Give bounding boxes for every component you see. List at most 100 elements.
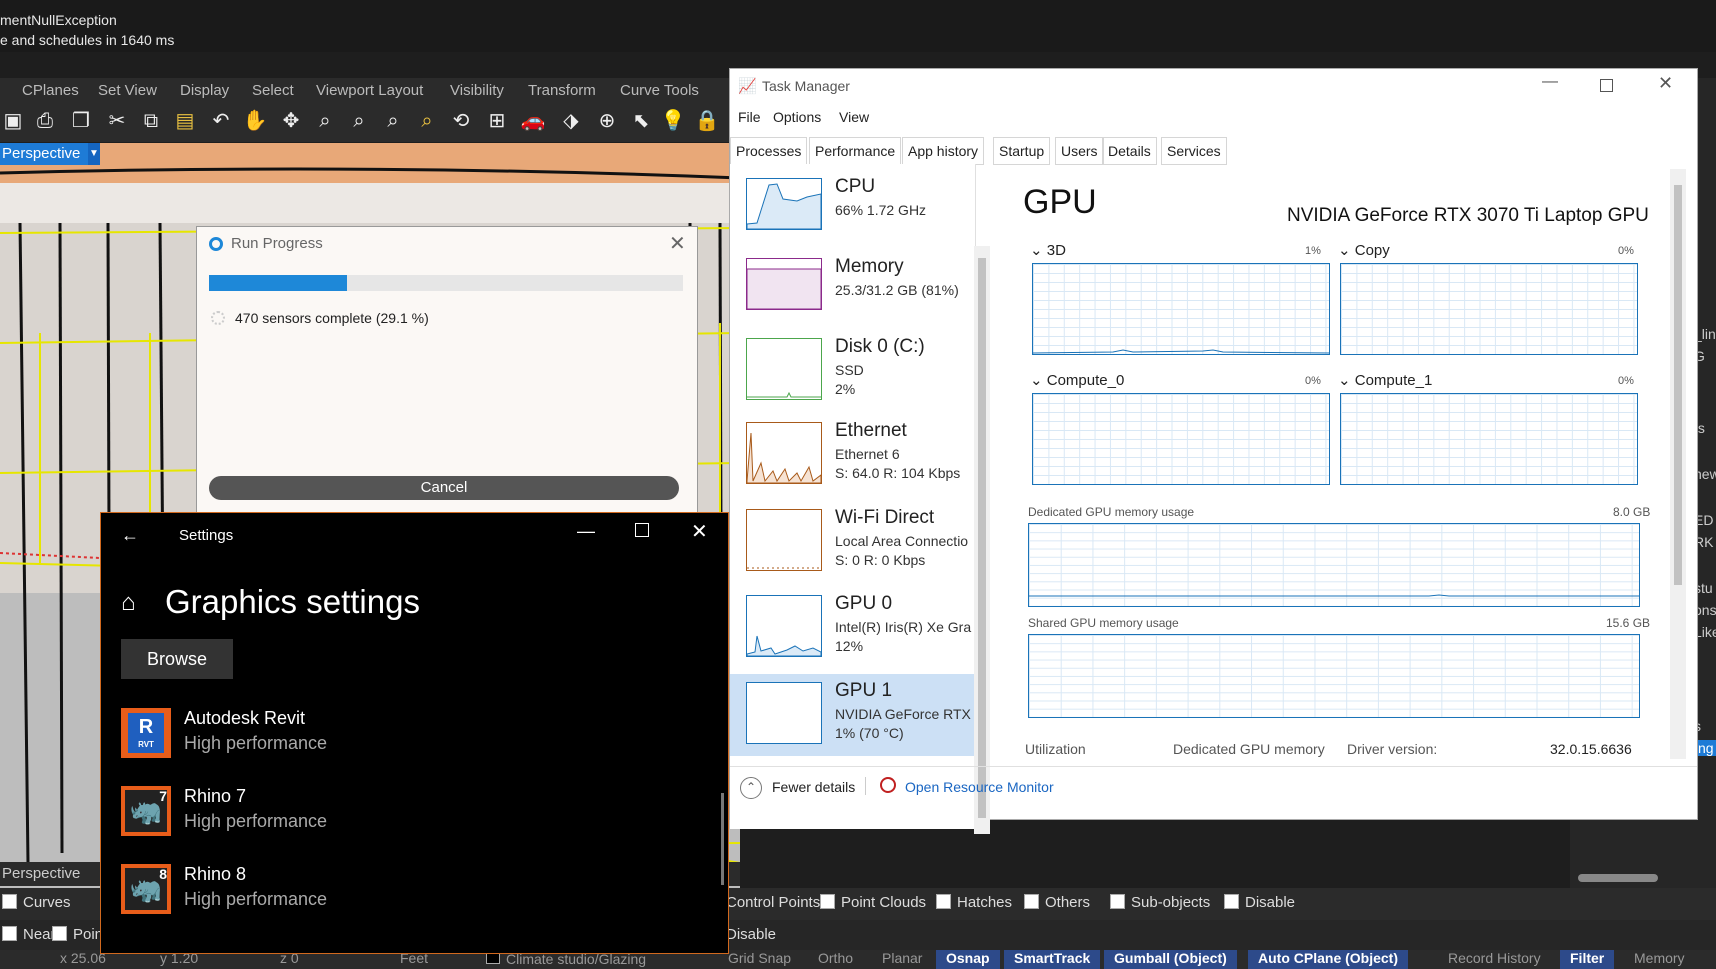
planar-toggle[interactable]: Planar [882,950,922,966]
fewer-details-link[interactable]: Fewer details [772,779,855,795]
render-preview-icon[interactable]: ⬗ [558,108,584,134]
engine-3d-label[interactable]: ⌄ 3D [1030,241,1066,259]
browse-button[interactable]: Browse [121,639,233,679]
filter-hatches-label: Hatches [957,894,1013,911]
smarttrack-toggle[interactable]: SmartTrack [1004,950,1101,969]
paste-icon[interactable]: ▤ [172,108,198,134]
menu-viewport-layout[interactable]: Viewport Layout [316,82,423,99]
device-list-scrollbar[interactable] [974,246,990,834]
osnap-disable[interactable]: Disable [726,926,776,943]
pan-hand-icon[interactable]: ✋ [242,108,268,134]
auto-cplane-toggle[interactable]: Auto CPlane (Object) [1248,950,1409,969]
render-car-icon[interactable]: 🚗 [520,108,546,134]
copy-icon[interactable]: ❐ [68,108,94,134]
grid-snap-toggle[interactable]: Grid Snap [728,950,791,966]
app-entry-rhino8[interactable]: 🦏 8 Rhino 8 High performance [121,864,641,924]
osnap-icon[interactable]: ⊕ [594,108,620,134]
filter-curves[interactable]: Curves [2,894,71,911]
gumball-toggle[interactable]: Gumball (Object) [1104,950,1237,969]
scrollbar[interactable] [721,793,724,885]
filter-disable[interactable]: Disable [1224,894,1295,911]
osnap-point[interactable]: Poin [52,926,103,943]
open-resource-monitor-link[interactable]: Open Resource Monitor [905,779,1054,795]
viewport-dropdown-icon[interactable]: ▼ [88,143,100,165]
ethernet-sparkline [746,432,822,484]
menu-view[interactable]: View [839,109,869,125]
menu-transform[interactable]: Transform [528,82,596,99]
chevron-down-icon: ⌄ [1030,372,1047,389]
light-bulb-icon[interactable]: 💡 [660,108,686,134]
device-wifi-direct[interactable]: Wi-Fi Direct Local Area Connectio S: 0 R… [730,501,975,581]
filter-control-points[interactable]: Control Points [726,894,820,911]
close-icon[interactable]: ✕ [669,231,686,256]
cursor-icon[interactable]: ⬉ [628,108,654,134]
device-ethernet[interactable]: Ethernet Ethernet 6 S: 64.0 R: 104 Kbps [730,414,975,494]
app-entry-revit[interactable]: R RVT Autodesk Revit High performance [121,708,641,768]
filter-point-clouds[interactable]: Point Clouds [820,894,926,911]
tab-processes[interactable]: Processes [730,137,808,165]
filter-others[interactable]: Others [1024,894,1090,911]
lock-icon[interactable]: 🔒 [694,108,720,134]
maximize-icon[interactable] [1600,79,1613,92]
print-icon[interactable]: ⎙ [32,108,58,134]
close-icon[interactable]: ✕ [1658,73,1673,94]
zoom-extents-icon[interactable]: ⌕ [380,108,406,134]
ortho-toggle[interactable]: Ortho [818,950,853,966]
filter-hatches[interactable]: Hatches [936,894,1012,911]
engine-compute1-label[interactable]: ⌄ Compute_1 [1338,371,1432,389]
device-cpu[interactable]: CPU 66% 1.72 GHz [730,170,975,250]
device-disk[interactable]: Disk 0 (C:) SSD 2% [730,330,975,410]
detail-scrollbar-thumb[interactable] [1674,185,1682,585]
undo-view-icon[interactable]: ⟲ [448,108,474,134]
filter-sub-objects[interactable]: Sub-objects [1110,894,1210,911]
engine-copy-label[interactable]: ⌄ Copy [1338,241,1390,259]
chevron-up-icon[interactable]: ⌃ [740,777,762,799]
engine-compute0-label[interactable]: ⌄ Compute_0 [1030,371,1124,389]
copy-clipboard-icon[interactable]: ⧉ [138,108,164,134]
tab-startup[interactable]: Startup [993,137,1051,165]
four-viewports-icon[interactable]: ⊞ [484,108,510,134]
tab-performance[interactable]: Performance [809,137,902,165]
menu-curve-tools[interactable]: Curve Tools [620,82,699,99]
zoom-icon[interactable]: ⌕ [312,108,338,134]
tab-details[interactable]: Details [1102,137,1157,165]
menu-options[interactable]: Options [773,109,821,125]
record-history-toggle[interactable]: Record History [1448,950,1541,966]
cancel-button[interactable]: Cancel [209,476,679,500]
close-icon[interactable]: ✕ [691,519,708,544]
minimize-icon[interactable]: — [1542,73,1558,91]
menu-select[interactable]: Select [252,82,294,99]
zoom-window-icon[interactable]: ⌕ [346,108,372,134]
shared-memory-max: 15.6 GB [1606,616,1651,630]
menu-display[interactable]: Display [180,82,229,99]
device-gpu1[interactable]: GPU 1 NVIDIA GeForce RTX 1% (70 °C) [730,674,975,756]
tab-perspective[interactable]: Perspective [2,865,80,882]
back-arrow-icon[interactable]: ← [121,525,139,546]
rotate-view-icon[interactable]: ✥ [278,108,304,134]
menu-set-view[interactable]: Set View [98,82,157,99]
menu-visibility[interactable]: Visibility [450,82,504,99]
zoom-selected-icon[interactable]: ⌕ [414,108,440,134]
cut-icon[interactable]: ✂ [104,108,130,134]
minimize-icon[interactable]: — [577,521,595,542]
osnap-near-label: Near [23,926,56,943]
save-icon[interactable]: ▣ [0,108,26,134]
osnap-near[interactable]: Near [2,926,56,943]
osnap-toggle[interactable]: Osnap [936,950,1000,969]
menu-cplanes[interactable]: CPlanes [22,82,79,99]
undo-icon[interactable]: ↶ [208,108,234,134]
tab-services[interactable]: Services [1161,137,1227,165]
detail-scrollbar[interactable] [1670,169,1686,759]
panel-scrollbar[interactable] [1578,874,1658,882]
filter-toggle[interactable]: Filter [1560,950,1615,969]
home-icon[interactable]: ⌂ [121,589,136,617]
maximize-icon[interactable] [635,523,649,537]
device-memory[interactable]: Memory 25.3/31.2 GB (81%) [730,250,975,330]
viewport-title-tab[interactable]: Perspective ▼ [0,143,100,165]
app-entry-rhino7[interactable]: 🦏 7 Rhino 7 High performance [121,786,641,846]
menu-file[interactable]: File [738,109,761,125]
device-gpu0[interactable]: GPU 0 Intel(R) Iris(R) Xe Gra 12% [730,587,975,667]
scrollbar-thumb[interactable] [978,258,986,818]
tab-users[interactable]: Users [1055,137,1104,165]
tab-app-history[interactable]: App history [902,137,985,165]
